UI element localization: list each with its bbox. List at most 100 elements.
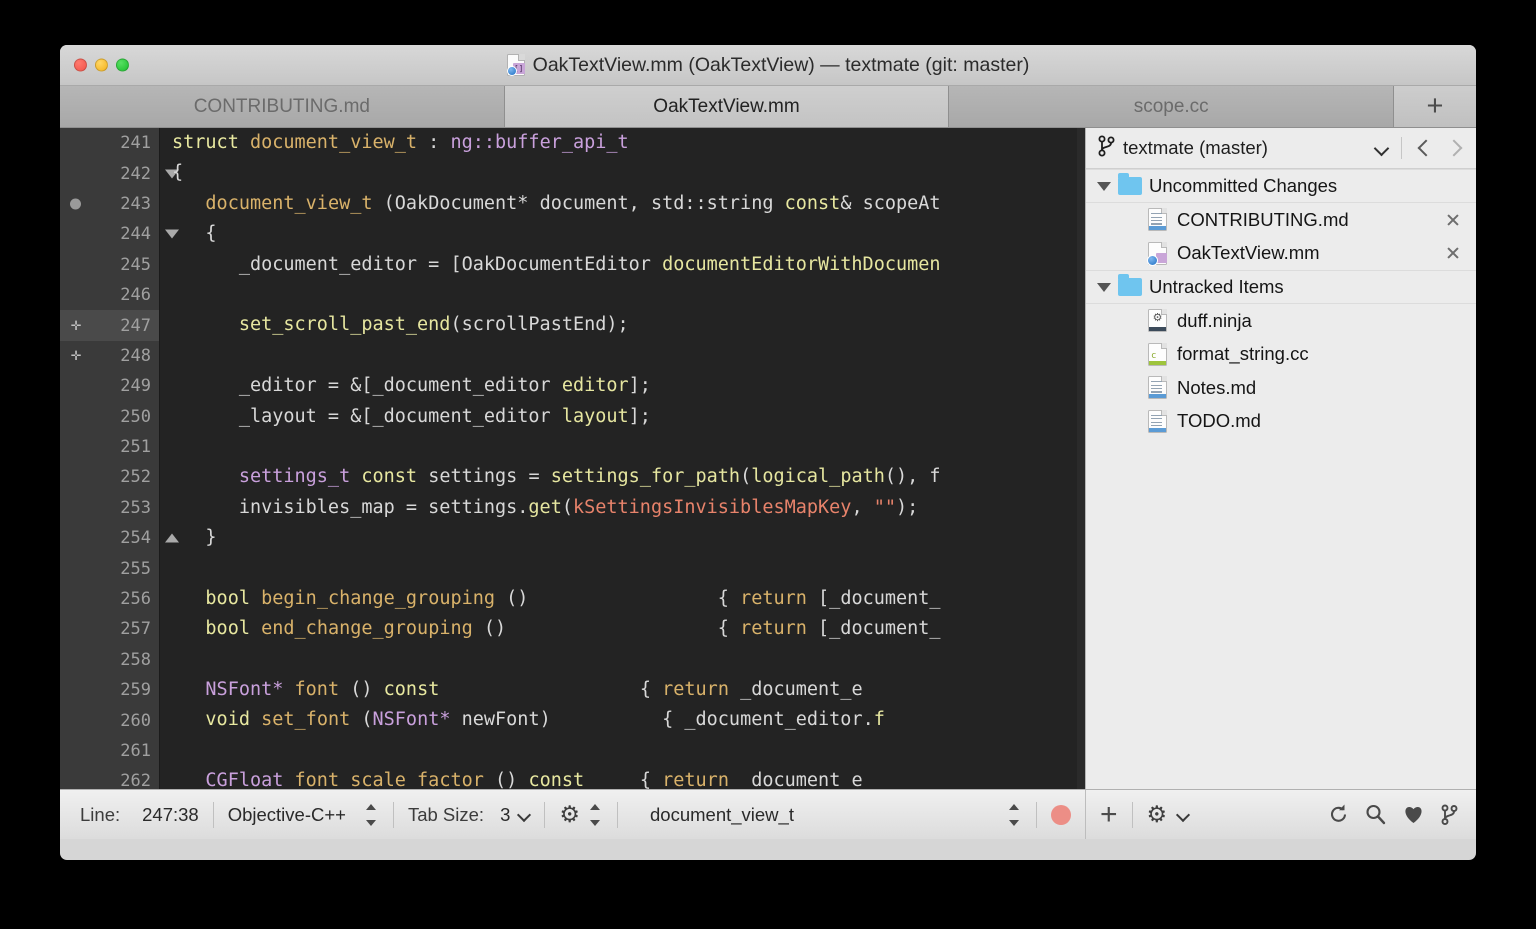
gutter-line-258[interactable]: 258 <box>60 645 159 675</box>
gutter-line-262[interactable]: 262 <box>60 766 159 789</box>
code-line[interactable]: set_scroll_past_end(scrollPastEnd); <box>172 310 1085 340</box>
code-line[interactable]: document_view_t (OakDocument* document, … <box>172 189 1085 219</box>
symbol-stepper[interactable] <box>1007 803 1022 827</box>
gutter-line-248[interactable]: ✛ 248 <box>60 341 159 371</box>
window-controls[interactable] <box>74 58 129 72</box>
sidebar-file-item[interactable]: OakTextView.mm <box>1086 237 1476 271</box>
gutter-line-260[interactable]: 260 <box>60 705 159 735</box>
status-bar[interactable]: Line: 247:38 Objective-C++ Tab Size: 3 ⚙… <box>60 789 1476 839</box>
sidebar-file-item[interactable]: Notes.md <box>1086 371 1476 405</box>
symbol-selector-label[interactable]: document_view_t <box>650 804 794 826</box>
gutter-line-249[interactable]: 249 <box>60 371 159 401</box>
add-file-button[interactable]: + <box>1100 799 1118 830</box>
sidebar-gear-icon[interactable]: ⚙ <box>1147 803 1168 826</box>
code-line[interactable]: struct document_view_t : ng::buffer_api_… <box>172 128 1085 158</box>
gutter-line-251[interactable]: 251 <box>60 432 159 462</box>
bookmark-dot-icon[interactable] <box>70 198 81 210</box>
minimize-window-button[interactable] <box>95 58 108 72</box>
refresh-icon[interactable] <box>1327 803 1350 826</box>
editor-gutter[interactable]: 241 242 243 244 245 246 ✛ 247 ✛ 248 249 250 251 252 25… <box>60 128 179 789</box>
nav-back-button[interactable] <box>1414 136 1436 160</box>
sidebar-group-header[interactable]: Uncommitted Changes <box>1086 169 1476 203</box>
code-line[interactable] <box>172 645 1085 675</box>
maximize-window-button[interactable] <box>116 58 129 72</box>
gutter-line-242[interactable]: 242 <box>60 158 179 188</box>
code-line[interactable]: settings_t const settings = settings_for… <box>172 462 1085 492</box>
gutter-line-261[interactable]: 261 <box>60 736 159 766</box>
tab-scope-cc[interactable]: scope.cc <box>949 86 1395 127</box>
sidebar-file-list[interactable]: Uncommitted Changes CONTRIBUTING.md OakTex… <box>1086 169 1476 789</box>
code-line[interactable]: NSFont* font () const { return _document… <box>172 675 1085 705</box>
sidebar-header[interactable]: textmate (master) <box>1086 128 1476 169</box>
code-line[interactable]: invisibles_map = settings.get(kSettingsI… <box>172 493 1085 523</box>
language-selector-label[interactable]: Objective-C++ <box>228 804 346 826</box>
gutter-line-256[interactable]: 256 <box>60 584 159 614</box>
disclosure-triangle-down-icon[interactable] <box>1097 282 1111 292</box>
git-branch-icon[interactable] <box>1440 803 1460 826</box>
sidebar-file-name: duff.ninja <box>1177 309 1252 331</box>
close-icon[interactable] <box>1444 244 1462 262</box>
tab-oaktextview-mm[interactable]: OakTextView.mm <box>504 86 950 127</box>
gutter-line-250[interactable]: 250 <box>60 402 159 432</box>
sidebar-gear-chevron-down-icon[interactable] <box>1177 809 1189 821</box>
gutter-line-254[interactable]: 254 <box>60 523 179 553</box>
language-stepper[interactable] <box>364 803 379 827</box>
editor-code-area[interactable]: struct document_view_t : ng::buffer_api_… <box>172 128 1085 789</box>
sidebar-file-item[interactable]: CONTRIBUTING.md <box>1086 203 1476 237</box>
sidebar-file-item[interactable]: ⚙ duff.ninja <box>1086 304 1476 338</box>
code-line[interactable]: _layout = &[_document_editor layout]; <box>172 402 1085 432</box>
code-line[interactable]: { <box>172 158 1085 188</box>
tab-bar[interactable]: CONTRIBUTING.md OakTextView.mm scope.cc … <box>60 86 1476 128</box>
code-line[interactable]: { <box>172 219 1085 249</box>
settings-stepper[interactable] <box>588 803 603 827</box>
code-line[interactable]: bool end_change_grouping () { return [_d… <box>172 614 1085 644</box>
gutter-line-253[interactable]: 253 <box>60 493 159 523</box>
line-number: 251 <box>120 437 151 458</box>
close-window-button[interactable] <box>74 58 87 72</box>
gutter-line-243[interactable]: 243 <box>60 189 159 219</box>
line-number: 249 <box>120 376 151 397</box>
gutter-line-241[interactable]: 241 <box>60 128 159 158</box>
file-browser-sidebar[interactable]: textmate (master) Uncommitted Changes CON… <box>1085 128 1476 789</box>
line-number: 244 <box>120 224 151 245</box>
line-number: 245 <box>120 254 151 275</box>
settings-gear-icon[interactable]: ⚙ <box>559 803 580 826</box>
chevron-down-icon[interactable] <box>1375 141 1389 155</box>
code-line[interactable] <box>172 553 1085 583</box>
code-line[interactable]: CGFloat font_scale_factor () const { ret… <box>172 766 1085 789</box>
sidebar-group-header[interactable]: Untracked Items <box>1086 270 1476 304</box>
close-icon[interactable] <box>1444 211 1462 229</box>
code-line[interactable]: void set_font (NSFont* newFont) { _docum… <box>172 705 1085 735</box>
tab-contributing-md[interactable]: CONTRIBUTING.md <box>60 86 505 127</box>
code-line[interactable] <box>172 341 1085 371</box>
code-line[interactable] <box>172 432 1085 462</box>
code-line[interactable] <box>172 736 1085 766</box>
nav-forward-button[interactable] <box>1444 136 1466 160</box>
macro-record-button[interactable] <box>1051 804 1071 825</box>
title-bar: [] OakTextView.mm (OakTextView) — textma… <box>60 45 1476 86</box>
code-line[interactable]: _editor = &[_document_editor editor]; <box>172 371 1085 401</box>
sidebar-file-item[interactable]: c format_string.cc <box>1086 338 1476 372</box>
code-editor[interactable]: 241 242 243 244 245 246 ✛ 247 ✛ 248 249 250 251 252 25… <box>60 128 1085 789</box>
gutter-line-255[interactable]: 255 <box>60 553 159 583</box>
code-line[interactable]: } <box>172 523 1085 553</box>
line-value[interactable]: 247:38 <box>142 804 199 826</box>
gutter-line-259[interactable]: 259 <box>60 675 159 705</box>
heart-icon[interactable] <box>1401 803 1426 826</box>
code-line[interactable]: _document_editor = [OakDocumentEditor do… <box>172 250 1085 280</box>
gutter-line-245[interactable]: 245 <box>60 250 159 280</box>
line-number: 254 <box>120 528 151 549</box>
search-icon[interactable] <box>1364 803 1387 826</box>
code-line[interactable] <box>172 280 1085 310</box>
gutter-line-247[interactable]: ✛ 247 <box>60 310 159 341</box>
tab-size-value[interactable]: 3 <box>500 804 510 826</box>
gutter-line-244[interactable]: 244 <box>60 219 179 249</box>
tab-size-chevron-down-icon[interactable] <box>518 809 530 821</box>
disclosure-triangle-down-icon[interactable] <box>1097 181 1111 191</box>
new-tab-button[interactable]: + <box>1394 86 1476 127</box>
code-line[interactable]: bool begin_change_grouping () { return [… <box>172 584 1085 614</box>
gutter-line-257[interactable]: 257 <box>60 614 159 644</box>
gutter-line-246[interactable]: 246 <box>60 280 159 310</box>
sidebar-file-item[interactable]: TODO.md <box>1086 405 1476 439</box>
gutter-line-252[interactable]: 252 <box>60 462 159 492</box>
